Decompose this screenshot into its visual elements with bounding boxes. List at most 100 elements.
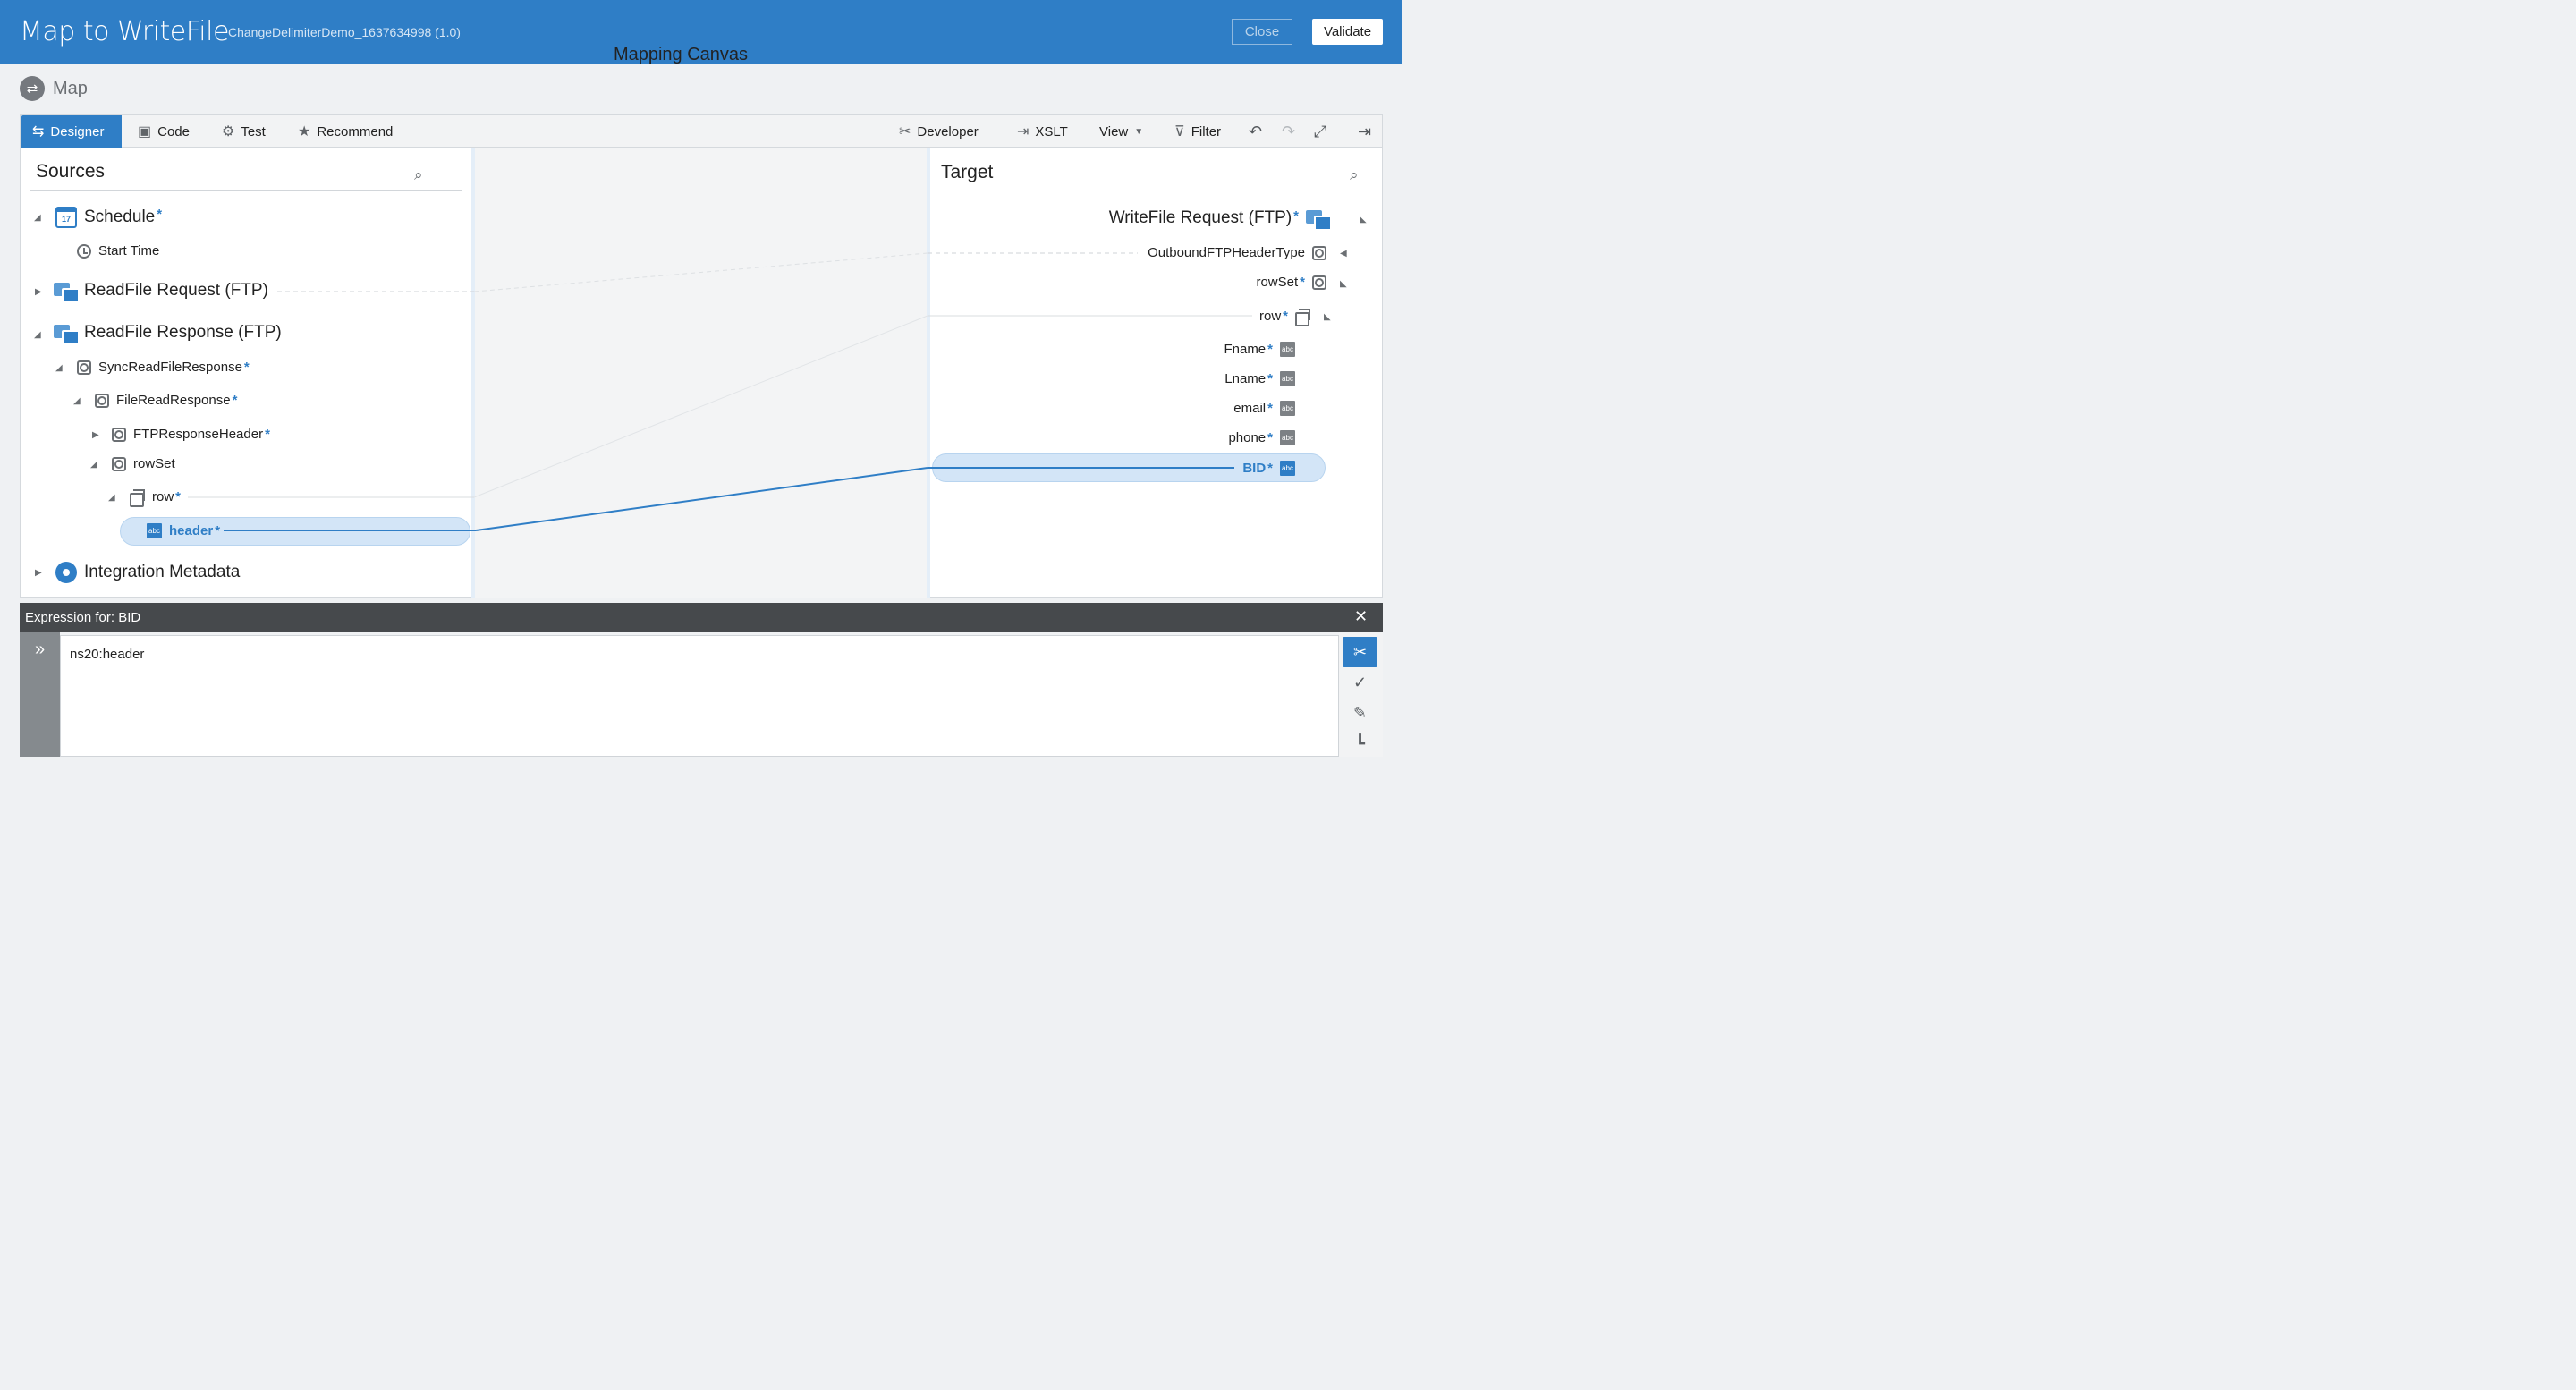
element-icon <box>1312 275 1326 290</box>
expression-editor[interactable]: ns20:header <box>60 635 1339 757</box>
required-marker: * <box>243 360 250 375</box>
collapse-rowset-icon[interactable]: ◢ <box>90 460 97 470</box>
expand-editor-icon[interactable]: » <box>20 632 60 757</box>
tab-test-label: Test <box>241 123 266 140</box>
tab-recommend[interactable]: ★ Recommend <box>298 115 393 148</box>
expand-integration-metadata-icon[interactable]: ▶ <box>35 568 42 578</box>
collapse-readfile-response-icon[interactable]: ◢ <box>34 330 41 340</box>
collapse-writefile-icon[interactable]: ◣ <box>1360 215 1367 225</box>
source-header-label: header <box>169 523 214 538</box>
file-read-response-label: FileReadResponse <box>116 393 231 408</box>
collapse-schedule-icon[interactable]: ◢ <box>34 213 41 223</box>
star-icon: ★ <box>298 124 311 140</box>
edit-icon[interactable]: ✎ <box>1343 698 1377 728</box>
view-label: View <box>1099 123 1129 140</box>
tab-code[interactable]: ▣ Code <box>138 115 190 148</box>
string-type-icon: abc <box>147 523 162 538</box>
expand-outbound-header-icon[interactable]: ◀ <box>1340 249 1347 259</box>
tab-recommend-label: Recommend <box>317 123 394 140</box>
integration-metadata-label: Integration Metadata <box>84 563 241 581</box>
xslt-button[interactable]: ⇥ XSLT <box>1017 115 1068 148</box>
email-label: email <box>1233 401 1267 416</box>
target-node-email[interactable]: email * abc <box>1233 401 1295 416</box>
target-node-bid[interactable]: BID * abc <box>1242 461 1295 476</box>
filter-label: Filter <box>1191 123 1222 140</box>
readfile-request-label: ReadFile Request (FTP) <box>84 281 268 300</box>
element-icon <box>112 456 126 471</box>
expression-header: Expression for: BID ✕ <box>20 603 1383 632</box>
tab-designer-label: Designer <box>50 123 105 140</box>
expression-code[interactable]: ns20:header <box>70 647 144 662</box>
source-node-integration-metadata[interactable]: Integration Metadata <box>55 562 240 583</box>
functions-icon[interactable]: ┗ <box>1343 728 1377 759</box>
source-row-label: row <box>152 489 174 504</box>
expand-ftp-header-icon[interactable]: ▶ <box>92 430 99 440</box>
view-dropdown[interactable]: View ▼ <box>1099 115 1143 148</box>
source-node-schedule[interactable]: 17 Schedule * <box>55 207 162 228</box>
target-splitter[interactable] <box>927 148 930 598</box>
source-node-sync-response[interactable]: SyncReadFileResponse * <box>77 360 250 375</box>
sources-search-icon[interactable]: ⌕ <box>414 166 423 184</box>
readfile-response-label: ReadFile Response (FTP) <box>84 323 282 342</box>
expression-tools: ✂ ✓ ✎ ┗ <box>1339 632 1383 757</box>
collapse-row-icon[interactable]: ◢ <box>108 493 115 503</box>
collapse-file-read-response-icon[interactable]: ◢ <box>73 396 80 406</box>
expand-readfile-request-icon[interactable]: ▶ <box>35 287 42 297</box>
target-search-icon[interactable]: ⌕ <box>1350 166 1359 184</box>
filter-icon: ⊽ <box>1174 124 1185 140</box>
string-type-icon: abc <box>1280 430 1295 445</box>
source-node-header[interactable]: abc header * <box>147 523 220 538</box>
redo-icon[interactable]: ↷ <box>1282 115 1295 148</box>
tab-designer[interactable]: ⇆ Designer <box>21 115 122 148</box>
developer-button[interactable]: ✂ Developer <box>899 115 979 148</box>
tools-icon[interactable]: ✂ <box>1343 637 1377 667</box>
source-node-rowset[interactable]: rowSet <box>112 456 175 471</box>
target-node-outbound-header[interactable]: OutboundFTPHeaderType <box>1148 245 1326 260</box>
target-node-rowset[interactable]: rowSet * <box>1256 275 1326 290</box>
developer-label: Developer <box>917 123 979 140</box>
required-marker: * <box>1283 309 1288 324</box>
chevron-down-icon: ▼ <box>1134 126 1144 137</box>
required-marker: * <box>1267 430 1273 445</box>
collapse-sync-response-icon[interactable]: ◢ <box>55 363 63 373</box>
bid-label: BID <box>1242 461 1267 476</box>
target-node-lname[interactable]: Lname * abc <box>1224 371 1295 386</box>
required-marker: * <box>1267 371 1273 386</box>
element-icon <box>77 360 91 375</box>
integration-name: ChangeDelimiterDemo_1637634998 (1.0) <box>228 25 461 39</box>
expand-icon[interactable]: ⤢ <box>1314 115 1326 148</box>
close-button[interactable]: Close <box>1232 19 1292 45</box>
validate-button[interactable]: Validate <box>1312 19 1383 45</box>
collapse-panel-icon[interactable]: ⇥ <box>1358 115 1371 148</box>
check-icon[interactable]: ✓ <box>1343 667 1377 698</box>
collapse-target-row-icon[interactable]: ◣ <box>1324 312 1331 322</box>
start-time-label: Start Time <box>98 243 160 259</box>
source-node-file-read-response[interactable]: FileReadResponse * <box>95 393 237 408</box>
source-node-ftp-response-header[interactable]: FTPResponseHeader * <box>112 427 270 442</box>
close-icon[interactable]: ✕ <box>1354 607 1368 626</box>
sources-splitter[interactable] <box>471 148 475 598</box>
undo-icon[interactable]: ↶ <box>1249 115 1262 148</box>
target-node-phone[interactable]: phone * abc <box>1228 430 1295 445</box>
map-icon: ⇄ <box>20 76 45 101</box>
sources-heading: Sources <box>36 161 106 182</box>
element-icon <box>112 427 126 442</box>
source-node-readfile-response[interactable]: ReadFile Response (FTP) <box>54 323 282 345</box>
required-marker: * <box>1300 275 1305 290</box>
source-node-row[interactable]: row * <box>130 489 181 507</box>
required-marker: * <box>1293 208 1299 224</box>
target-node-fname[interactable]: Fname * abc <box>1224 342 1295 357</box>
required-marker: * <box>265 427 270 442</box>
lname-label: Lname <box>1224 371 1267 386</box>
collapse-target-rowset-icon[interactable]: ◣ <box>1340 279 1347 289</box>
ftp-response-header-label: FTPResponseHeader <box>133 427 264 442</box>
tab-test[interactable]: ⚙ Test <box>222 115 266 148</box>
mapping-canvas-title: Mapping Canvas <box>613 45 749 64</box>
target-node-row[interactable]: row * <box>1259 309 1310 326</box>
element-icon <box>1312 245 1326 260</box>
target-node-writefile-request[interactable]: WriteFile Request (FTP) * <box>1109 208 1332 231</box>
required-marker: * <box>215 523 221 538</box>
filter-button[interactable]: ⊽ Filter <box>1174 115 1221 148</box>
source-node-readfile-request[interactable]: ReadFile Request (FTP) <box>54 281 268 303</box>
source-node-start-time[interactable]: Start Time <box>77 243 159 259</box>
